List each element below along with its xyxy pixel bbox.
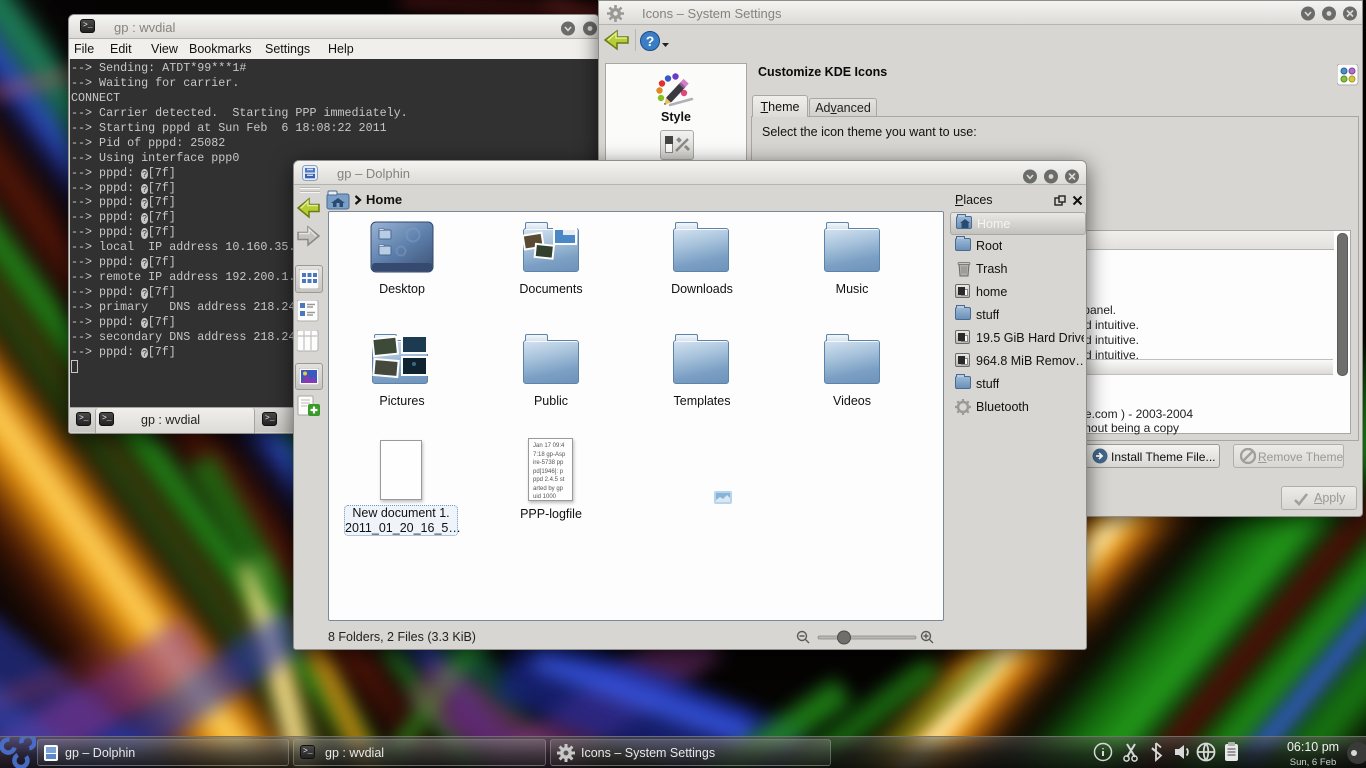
svg-text:?: ? <box>646 33 655 49</box>
